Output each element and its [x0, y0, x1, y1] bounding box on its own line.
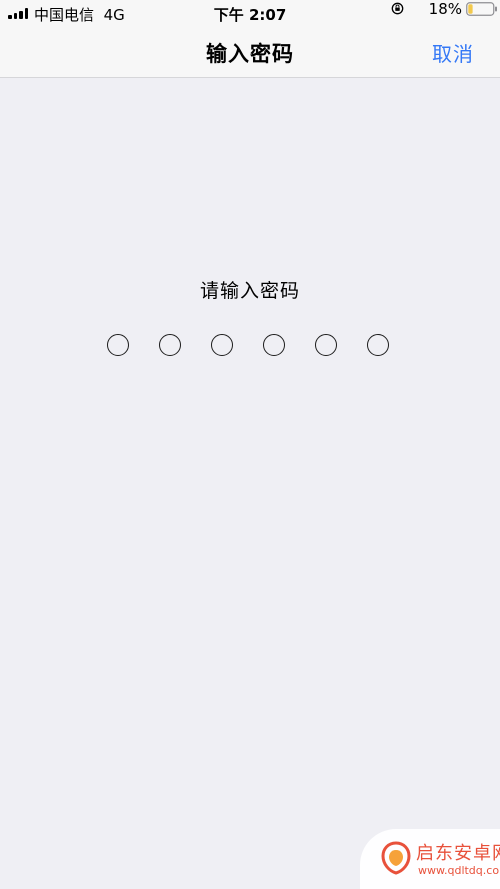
watermark-name: 启东安卓网: [416, 843, 500, 864]
status-time: 下午 2:07: [213, 6, 287, 24]
watermark-url: www.qdltdq.com: [418, 864, 500, 877]
battery-icon: [466, 2, 497, 16]
orientation-lock-icon: [391, 2, 404, 15]
passcode-screen: 中国电信 4G 下午 2:07 18% 输入密码 取消 请输入密码 启东安卓网 …: [0, 0, 500, 889]
passcode-dot: [107, 334, 129, 356]
passcode-dot: [315, 334, 337, 356]
passcode-prompt: 请输入密码: [199, 280, 300, 302]
passcode-dot: [263, 334, 285, 356]
page-title: 输入密码: [206, 42, 294, 66]
navigation-bar: 输入密码 取消: [0, 26, 500, 78]
battery-percent: 18%: [428, 0, 462, 18]
passcode-dot: [367, 334, 389, 356]
watermark: 启东安卓网 www.qdltdq.com: [360, 829, 500, 889]
passcode-input[interactable]: [107, 334, 393, 358]
cancel-button[interactable]: 取消: [432, 38, 474, 67]
passcode-dot: [211, 334, 233, 356]
status-bar: 中国电信 4G 下午 2:07 18%: [0, 0, 500, 26]
watermark-logo-icon: [381, 841, 411, 875]
passcode-dot: [159, 334, 181, 356]
